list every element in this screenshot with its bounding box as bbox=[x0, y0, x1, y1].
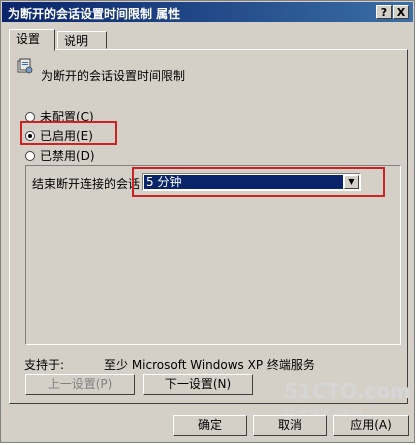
watermark-logo: 51CTO.com bbox=[284, 379, 411, 403]
prev-setting-button[interactable]: 上一设置(P) bbox=[25, 374, 135, 395]
support-value: 至少 Microsoft Windows XP 终端服务 bbox=[104, 358, 315, 372]
option-label: 结束断开连接的会话 bbox=[32, 177, 141, 191]
help-button[interactable]: ? bbox=[376, 5, 392, 19]
tab-explain[interactable]: 说明 bbox=[57, 31, 107, 49]
policy-settings-icon bbox=[17, 58, 33, 74]
radio-disabled-circle[interactable] bbox=[25, 150, 35, 161]
highlight-select-box bbox=[132, 167, 385, 197]
cancel-button[interactable]: 取消 bbox=[253, 415, 327, 436]
radio-disabled[interactable]: 已禁用(D) bbox=[25, 147, 95, 164]
title-bar[interactable]: 为断开的会话设置时间限制 属性 ? X bbox=[2, 2, 413, 22]
ok-button[interactable]: 确定 bbox=[173, 415, 247, 436]
next-setting-button[interactable]: 下一设置(N) bbox=[143, 374, 253, 395]
highlight-enabled-box bbox=[20, 121, 117, 145]
properties-dialog: 为断开的会话设置时间限制 属性 ? X 设置 说明 为断开的会话设置时间限制 未… bbox=[0, 0, 415, 443]
tab-settings[interactable]: 设置 bbox=[9, 29, 55, 51]
radio-disabled-label: 已禁用(D) bbox=[40, 149, 95, 163]
apply-button[interactable]: 应用(A) bbox=[333, 415, 409, 436]
radio-not-configured-circle[interactable] bbox=[25, 111, 35, 122]
close-button[interactable]: X bbox=[393, 5, 409, 19]
policy-title: 为断开的会话设置时间限制 bbox=[41, 69, 186, 83]
window-title: 为断开的会话设置时间限制 属性 bbox=[8, 7, 181, 21]
support-label: 支持于: bbox=[24, 358, 65, 372]
